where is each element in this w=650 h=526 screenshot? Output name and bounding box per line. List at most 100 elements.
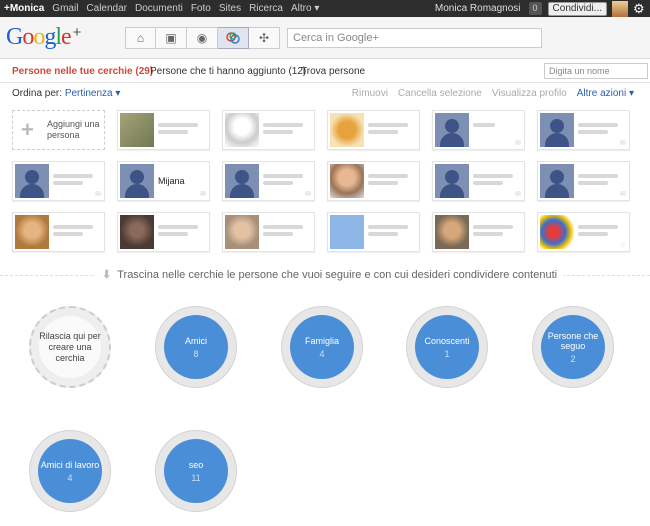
view-profile-button[interactable]: Visualizza profilo (492, 88, 567, 99)
circle-count: 1 (444, 348, 450, 359)
tab-added-you[interactable]: Persone che ti hanno aggiunto (12) (150, 66, 306, 77)
new-circle-drop-zone[interactable]: Rilascia qui per creare una cerchia (29, 306, 111, 388)
top-bar: +Monica Gmail Calendar Documenti Foto Si… (0, 0, 650, 17)
people-grid: + Aggiungi una persona ✉ ✉ ✉ Mijana ✉ ✉ (0, 106, 650, 261)
page-icon: ☆ (619, 242, 626, 249)
sort-by-text: Ordina per: (12, 88, 63, 99)
person-card[interactable]: ✉ (222, 161, 315, 201)
person-card[interactable] (12, 212, 105, 252)
nav-photos[interactable]: Foto (191, 3, 211, 14)
down-arrow-icon: ⬇ (102, 269, 112, 281)
share-button[interactable]: Condividi... (547, 1, 607, 16)
plus-icon: + (21, 117, 34, 142)
circle-famiglia[interactable]: Famiglia 4 (281, 306, 363, 388)
nav-search[interactable]: Ricerca (249, 3, 283, 14)
person-card[interactable] (327, 212, 420, 252)
photos-icon[interactable]: ▣ (156, 27, 187, 49)
person-photo (330, 164, 364, 198)
person-photo (15, 164, 49, 198)
sort-toolbar: Ordina per: Pertinenza ▾ Rimuovi Cancell… (0, 82, 650, 104)
search-input[interactable]: Cerca in Google+ (287, 28, 542, 48)
circle-amici[interactable]: Amici 8 (155, 306, 237, 388)
circles-icon[interactable] (218, 27, 249, 49)
person-photo (225, 113, 259, 147)
avatar[interactable] (612, 0, 628, 17)
nav-more[interactable]: Altro ▾ (291, 3, 319, 14)
person-photo (330, 215, 364, 249)
mail-icon: ✉ (515, 140, 521, 147)
person-card[interactable] (327, 161, 420, 201)
add-person-label: Aggiungi una persona (47, 119, 100, 140)
nav-plus-monica[interactable]: +Monica (4, 3, 44, 14)
person-card[interactable]: Mijana ✉ (117, 161, 210, 201)
nav-calendar[interactable]: Calendar (86, 3, 127, 14)
circle-name: Amici (185, 335, 207, 346)
person-card[interactable] (222, 110, 315, 150)
person-photo (540, 215, 574, 249)
person-card[interactable]: ✉ (12, 161, 105, 201)
person-photo (435, 113, 469, 147)
person-photo (435, 164, 469, 198)
person-photo (120, 215, 154, 249)
google-plus-logo[interactable]: Google + (6, 24, 81, 51)
sort-label: Ordina per: Pertinenza ▾ (12, 88, 120, 99)
person-photo (120, 113, 154, 147)
circle-name: seo (188, 459, 204, 470)
remove-button[interactable]: Rimuovi (352, 88, 388, 99)
person-card[interactable] (222, 212, 315, 252)
add-person-card[interactable]: + Aggiungi una persona (12, 110, 105, 150)
person-card[interactable]: ☆ (537, 212, 630, 252)
circle-seo[interactable]: seo 11 (155, 430, 237, 512)
mail-icon: ✉ (620, 140, 626, 147)
notification-count[interactable]: 0 (528, 2, 542, 15)
person-photo (540, 113, 574, 147)
header: Google + ⌂ ▣ ◉ ✣ Cerca in Google+ (0, 17, 650, 59)
circle-amici-di-lavoro[interactable]: Amici di lavoro 4 (29, 430, 111, 512)
person-photo (330, 113, 364, 147)
nav-gmail[interactable]: Gmail (52, 3, 78, 14)
person-photo (225, 164, 259, 198)
person-card[interactable] (432, 212, 525, 252)
mail-icon: ✉ (515, 191, 521, 198)
nav-sites[interactable]: Sites (219, 3, 241, 14)
user-name[interactable]: Monica Romagnosi (435, 3, 521, 14)
circle-name: Persone che seguo (547, 330, 599, 351)
tab-find-people[interactable]: Trova persone (301, 66, 365, 77)
circle-count: 2 (570, 353, 576, 364)
person-name: Mijana (158, 176, 185, 186)
person-card[interactable] (117, 110, 210, 150)
person-card[interactable]: ✉ (537, 110, 630, 150)
clear-selection-button[interactable]: Cancella selezione (398, 88, 482, 99)
circle-conoscenti[interactable]: Conoscenti 1 (406, 306, 488, 388)
person-photo (225, 215, 259, 249)
home-icon[interactable]: ⌂ (125, 27, 156, 49)
person-card[interactable]: ✉ (537, 161, 630, 201)
person-photo (15, 215, 49, 249)
mail-icon: ✉ (305, 191, 311, 198)
person-photo (120, 164, 154, 198)
person-card[interactable]: ✉ (432, 110, 525, 150)
circle-persone-che-seguo[interactable]: Persone che seguo 2 (532, 306, 614, 388)
person-photo (540, 164, 574, 198)
name-filter-input[interactable]: Digita un nome (544, 63, 648, 79)
games-icon[interactable]: ✣ (249, 27, 280, 49)
gear-icon[interactable]: ⚙ (633, 1, 647, 17)
drag-hint-text: Trascina nelle cerchie le persone che vu… (117, 269, 558, 281)
person-photo (435, 215, 469, 249)
sort-select[interactable]: Pertinenza ▾ (65, 88, 121, 99)
profile-icon[interactable]: ◉ (187, 27, 218, 49)
tab-people-in-circles[interactable]: Persone nelle tue cerchie (29) (12, 66, 153, 77)
person-card[interactable]: ✉ (432, 161, 525, 201)
people-scrollbar[interactable] (640, 108, 646, 258)
circles-tabs: Persone nelle tue cerchie (29) Persone c… (0, 60, 650, 82)
circle-count: 8 (193, 348, 199, 359)
more-actions-button[interactable]: Altre azioni ▾ (577, 88, 634, 99)
person-card[interactable] (327, 110, 420, 150)
mail-icon: ✉ (200, 191, 206, 198)
circle-count: 4 (67, 472, 73, 483)
person-card[interactable] (117, 212, 210, 252)
drag-hint: ⬇ Trascina nelle cerchie le persone che v… (96, 268, 564, 281)
nav-documents[interactable]: Documenti (135, 3, 183, 14)
top-nav: +Monica Gmail Calendar Documenti Foto Si… (4, 3, 319, 14)
circle-name: Conoscenti (424, 335, 470, 346)
